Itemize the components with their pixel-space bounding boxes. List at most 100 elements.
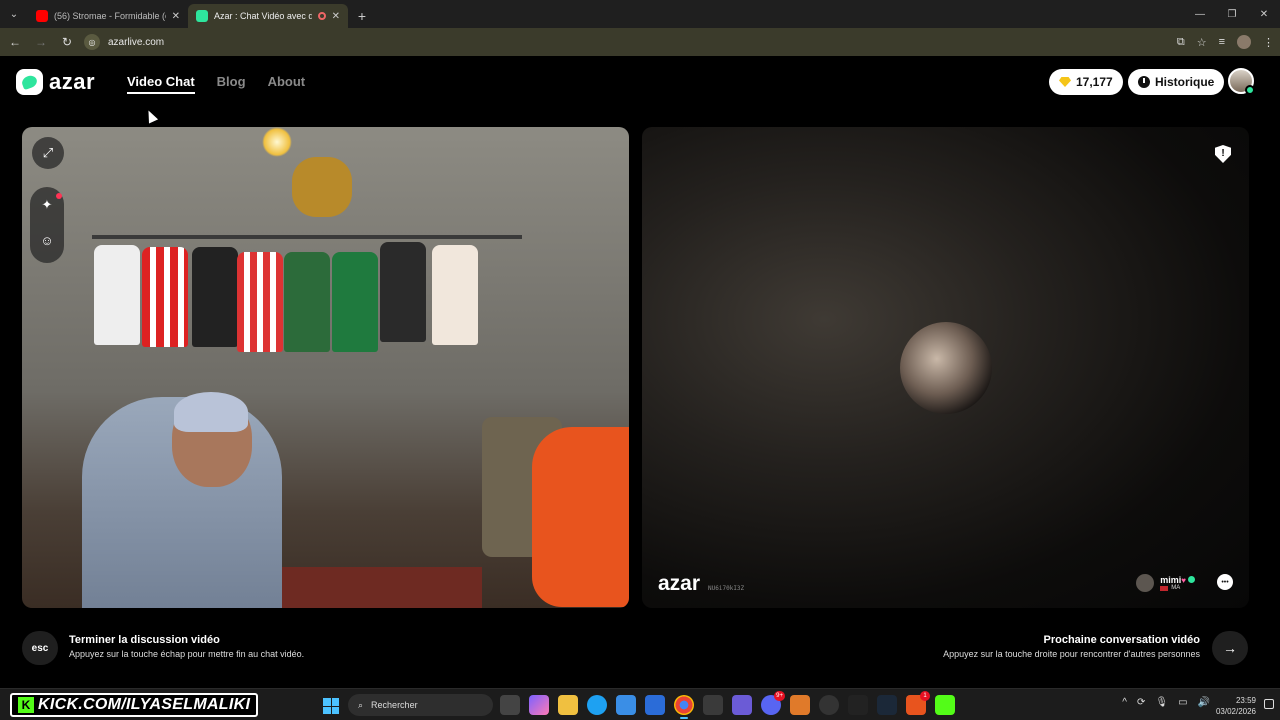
azar-logo[interactable]: azar	[16, 69, 95, 95]
chat-bubble-icon[interactable]: •••	[1217, 574, 1233, 590]
url-field[interactable]: azarlive.com	[108, 37, 164, 48]
mouse-cursor	[143, 108, 159, 124]
local-video: ⤢ ✦ ☺	[22, 127, 629, 608]
gems-button[interactable]: 17,177	[1049, 69, 1123, 95]
task-view-icon[interactable]	[500, 695, 520, 715]
close-icon[interactable]: ✕	[172, 11, 180, 22]
volume-icon[interactable]: 🔊	[1198, 697, 1210, 708]
remote-video: ! azar NU6i70kI3Z mimi♥ MA •••	[642, 127, 1249, 608]
forward-icon[interactable]: →	[32, 35, 50, 49]
stream-overlay-text: KICK.COM/ILYASELMALIKI	[38, 696, 251, 713]
azar-watermark: azar NU6i70kI3Z	[658, 572, 744, 596]
profile-avatar[interactable]	[1237, 35, 1251, 49]
tab-youtube[interactable]: (56) Stromae - Formidable (cec ✕	[28, 4, 188, 28]
edge-icon[interactable]	[587, 695, 607, 715]
chrome-icon[interactable]	[674, 695, 694, 719]
nav-video-chat[interactable]: Video Chat	[127, 74, 195, 94]
taskbar-clock[interactable]: 23:59 03/02/2026	[1216, 695, 1256, 717]
kick-logo-icon: K	[18, 697, 34, 713]
next-chat-hint: Prochaine conversation vidéo Appuyez sur…	[943, 634, 1200, 659]
back-icon[interactable]: ←	[6, 35, 24, 49]
sync-icon[interactable]: ⟳	[1137, 697, 1145, 708]
display-icon[interactable]: ▭	[1178, 697, 1187, 708]
azar-favicon-icon	[196, 10, 208, 22]
end-chat-hint: Terminer la discussion vidéo Appuyez sur…	[69, 634, 304, 659]
time: 23:59	[1235, 696, 1256, 705]
person-orange-jacket	[532, 427, 629, 607]
partner-avatar	[1136, 574, 1155, 592]
file-explorer-icon[interactable]	[558, 695, 578, 715]
esc-key-button[interactable]: esc	[22, 631, 58, 665]
tab-search-icon[interactable]: ⌄	[4, 4, 24, 24]
nav-about[interactable]: About	[268, 74, 306, 94]
copilot-icon[interactable]	[529, 695, 549, 715]
next-arrow-button[interactable]: →	[1212, 631, 1248, 665]
vlc-icon[interactable]	[790, 695, 810, 715]
taskbar-apps: 9+ 1	[500, 691, 955, 719]
heart-icon: ♥	[1181, 576, 1186, 585]
microphone-icon[interactable]: 🎙	[1155, 697, 1168, 708]
jersey	[94, 245, 140, 345]
kick-app-icon[interactable]	[935, 695, 955, 715]
windows-start-icon[interactable]	[323, 698, 339, 714]
minimize-icon[interactable]: —	[1184, 9, 1216, 20]
next-chat-title: Prochaine conversation vidéo	[1043, 634, 1201, 646]
reload-icon[interactable]: ↻	[58, 35, 76, 49]
person-hair	[174, 392, 248, 432]
jersey	[380, 242, 426, 342]
flag-icon	[1160, 585, 1169, 591]
jersey	[432, 245, 478, 345]
epic-games-icon[interactable]	[848, 695, 868, 715]
close-window-icon[interactable]: ✕	[1248, 9, 1280, 20]
brand-name: azar	[49, 69, 96, 94]
obs-icon[interactable]	[819, 695, 839, 715]
watermark-logo: azar	[658, 572, 701, 595]
gem-icon	[1059, 77, 1071, 87]
tab-azar[interactable]: Azar : Chat Vidéo avec de n ✕	[188, 4, 348, 28]
effects-toolbar: ✦ ☺	[30, 187, 64, 263]
taskbar-search[interactable]: ⌕ Rechercher	[348, 694, 493, 716]
browser-tab-bar: ⌄ (56) Stromae - Formidable (cec ✕ Azar …	[0, 0, 1280, 28]
session-id: NU6i70kI3Z	[708, 585, 745, 592]
store-icon[interactable]	[616, 695, 636, 715]
notification-center-icon[interactable]	[1264, 699, 1274, 709]
discord-icon[interactable]: 9+	[761, 691, 785, 715]
media-control-icon[interactable]: ≡	[1219, 36, 1225, 48]
jersey	[284, 252, 330, 352]
user-avatar[interactable]	[1228, 68, 1255, 95]
site-header: azar Video Chat Blog About 17,177 Histor…	[0, 58, 1280, 106]
partner-info[interactable]: mimi♥ MA	[1136, 574, 1195, 592]
mail-icon[interactable]	[645, 695, 665, 715]
expand-icon[interactable]: ⤢	[32, 137, 64, 169]
install-app-icon[interactable]: ⧉	[1177, 36, 1185, 49]
restore-icon[interactable]: ❐	[1216, 9, 1248, 20]
lamp-light	[262, 127, 292, 157]
history-button[interactable]: Historique	[1128, 69, 1225, 95]
nav-blog[interactable]: Blog	[217, 74, 246, 94]
bookmark-star-icon[interactable]: ☆	[1197, 36, 1207, 49]
jersey	[192, 247, 238, 347]
app-icon[interactable]: 1	[906, 691, 930, 715]
partner-name-row: mimi♥	[1160, 575, 1195, 585]
recording-icon	[317, 12, 326, 20]
report-shield-icon[interactable]: !	[1215, 145, 1231, 163]
capture-icon[interactable]	[703, 695, 723, 715]
steam-icon[interactable]	[877, 695, 897, 715]
menu-dots-icon[interactable]: ⋮	[1263, 36, 1274, 49]
gamepad-icon[interactable]	[732, 695, 752, 715]
new-tab-button[interactable]: +	[352, 8, 372, 24]
partner-video-bubble	[900, 322, 992, 414]
windows-taskbar: K KICK.COM/ILYASELMALIKI ⌕ Rechercher 9+…	[0, 688, 1280, 720]
notification-badge: 1	[920, 691, 930, 701]
notification-dot	[56, 193, 62, 199]
site-info-icon[interactable]: ◎	[84, 34, 100, 50]
tray-chevron-icon[interactable]: ^	[1122, 697, 1127, 708]
end-chat-subtitle: Appuyez sur la touche échap pour mettre …	[69, 649, 305, 659]
close-icon[interactable]: ✕	[332, 11, 340, 22]
gems-count: 17,177	[1076, 75, 1113, 89]
online-status-dot	[1245, 85, 1255, 95]
notification-badge: 9+	[774, 691, 785, 701]
sticker-face-icon[interactable]: ☺	[30, 233, 64, 248]
search-placeholder: Rechercher	[371, 700, 418, 710]
magic-wand-icon[interactable]: ✦	[30, 197, 64, 213]
